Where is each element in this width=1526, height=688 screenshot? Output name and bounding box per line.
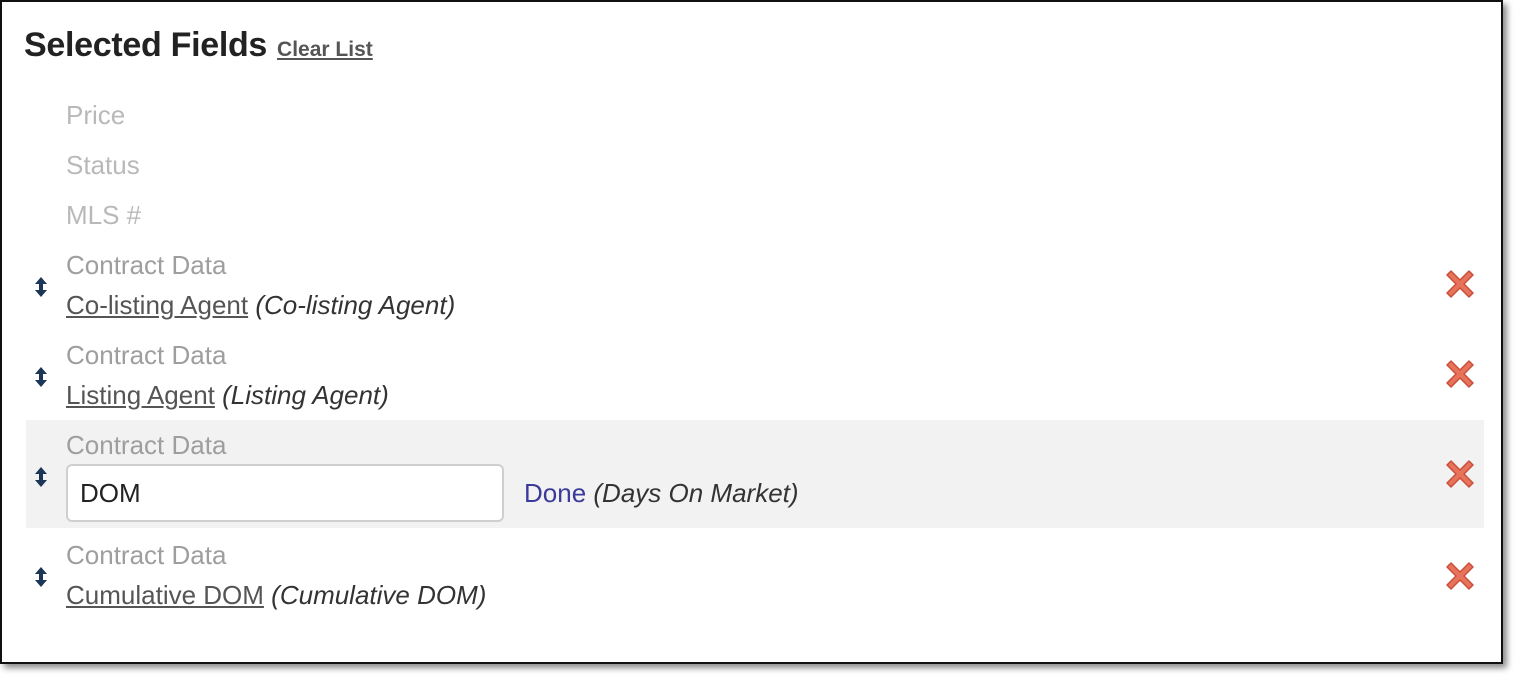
remove-x-icon[interactable] — [1442, 266, 1478, 302]
field-row-co-listing-agent: Contract Data Co-listing Agent (Co-listi… — [26, 250, 1484, 334]
field-description: (Co-listing Agent) — [255, 290, 456, 320]
fixed-field-mls: MLS # — [66, 200, 142, 230]
done-line: Done (Days On Market) — [524, 478, 799, 509]
clear-list-link[interactable]: Clear List — [277, 38, 373, 62]
fixed-field-status: Status — [66, 150, 140, 180]
field-line: Cumulative DOM (Cumulative DOM) — [66, 580, 486, 611]
field-description: (Cumulative DOM) — [271, 580, 487, 610]
field-description: (Days On Market) — [593, 478, 799, 508]
field-row-listing-agent: Contract Data Listing Agent (Listing Age… — [26, 340, 1484, 424]
drag-handle-icon[interactable] — [34, 366, 48, 388]
field-group-label: Contract Data — [66, 340, 227, 370]
remove-x-icon[interactable] — [1442, 456, 1478, 492]
fixed-field-price: Price — [66, 100, 126, 130]
field-group-label: Contract Data — [66, 430, 227, 460]
field-group-label: Contract Data — [66, 250, 227, 280]
drag-handle-icon[interactable] — [34, 466, 48, 488]
remove-x-icon[interactable] — [1442, 558, 1478, 594]
drag-handle-icon[interactable] — [34, 276, 48, 298]
field-link-listing-agent[interactable]: Listing Agent — [66, 380, 215, 410]
selected-fields-panel: Selected Fields Clear List Price Status … — [0, 0, 1503, 664]
field-row-cumulative-dom: Contract Data Cumulative DOM (Cumulative… — [26, 540, 1484, 624]
drag-handle-icon[interactable] — [34, 566, 48, 588]
field-line: Listing Agent (Listing Agent) — [66, 380, 389, 411]
field-row-dom-editing: Contract Data Done (Days On Market) — [26, 420, 1484, 528]
done-link[interactable]: Done — [524, 478, 586, 508]
panel-title: Selected Fields — [24, 26, 268, 64]
field-link-co-listing-agent[interactable]: Co-listing Agent — [66, 290, 248, 320]
panel-header: Selected Fields Clear List — [24, 26, 373, 65]
field-link-cumulative-dom[interactable]: Cumulative DOM — [66, 580, 264, 610]
field-name-input[interactable] — [66, 464, 504, 522]
field-description: (Listing Agent) — [222, 380, 389, 410]
remove-x-icon[interactable] — [1442, 356, 1478, 392]
field-group-label: Contract Data — [66, 540, 227, 570]
field-line: Co-listing Agent (Co-listing Agent) — [66, 290, 455, 321]
